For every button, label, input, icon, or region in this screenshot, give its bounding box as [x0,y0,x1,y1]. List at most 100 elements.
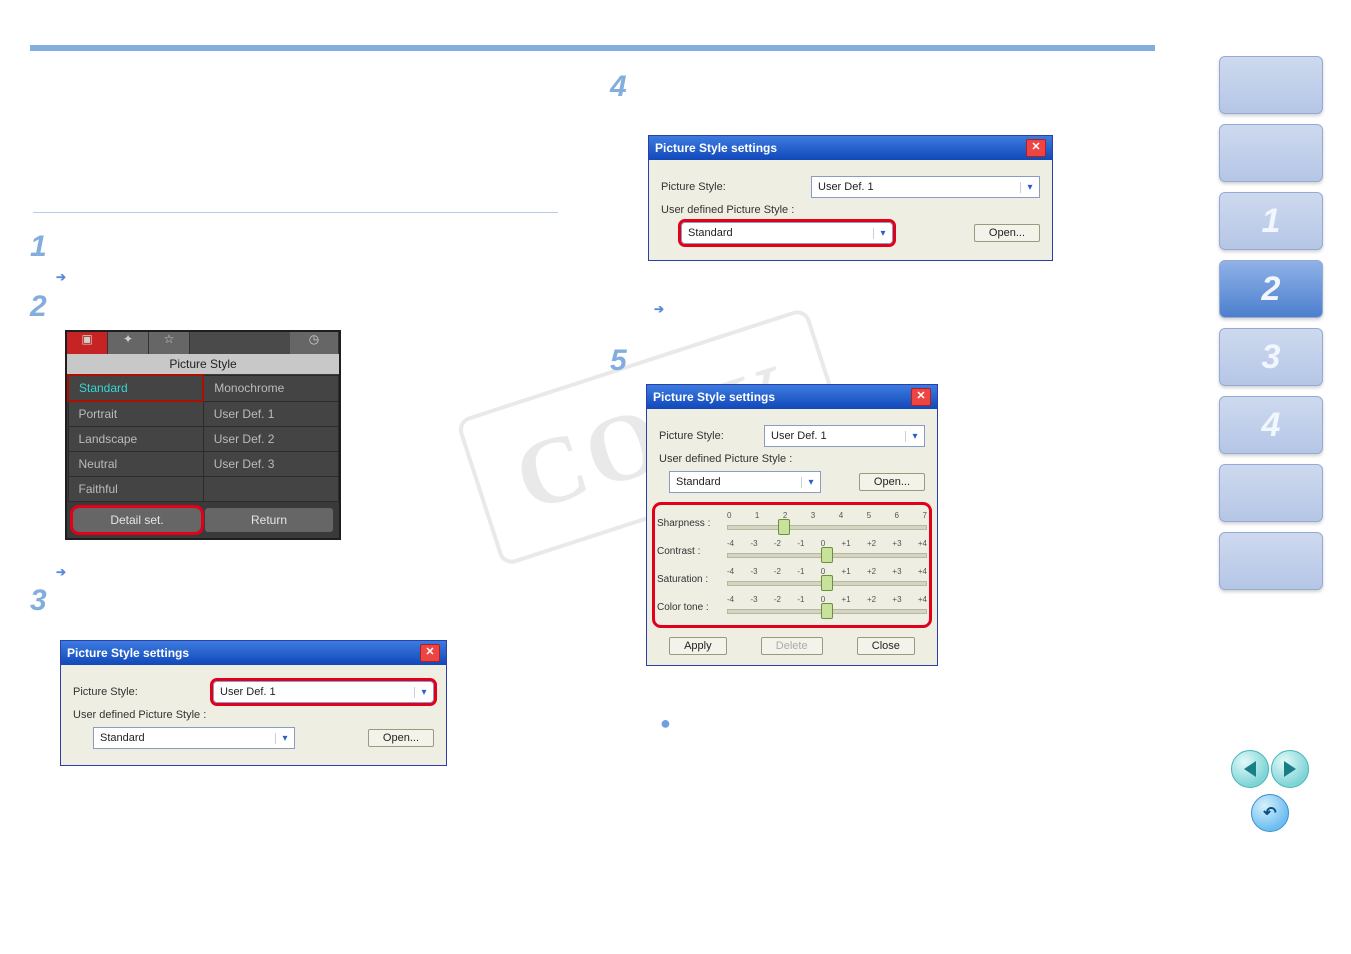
slider-sharpness-label: Sharpness : [657,518,727,529]
camera-menu-heading: Picture Style [67,354,339,374]
close-icon[interactable]: ✕ [420,644,440,662]
step-3-number: 3 [30,584,47,618]
userdef-label: User defined Picture Style : [73,709,206,721]
dialog-title: Picture Style settings [653,390,911,404]
picture-style-value: User Def. 1 [765,430,905,442]
nav-chapter-1-label: 1 [1262,202,1281,241]
star-icon: ☆ [164,332,175,346]
picture-style-value: User Def. 1 [812,181,1020,193]
slider-sharpness[interactable]: Sharpness :01234567 [657,511,927,535]
camera-tab-tools[interactable]: ✦ [108,332,149,354]
nav-blank-2[interactable] [1219,124,1323,182]
slider-sharpness-thumb[interactable] [778,519,790,535]
slider-highlight-box: Sharpness :01234567Contrast :-4-3-2-10+1… [655,505,929,625]
chevron-down-icon: ▾ [873,228,892,239]
slider-colortone-track[interactable]: -4-3-2-10+1+2+3+4 [727,595,927,619]
ps-option-landscape[interactable]: Landscape [68,427,203,452]
nav-chapter-2[interactable]: 2 [1219,260,1323,318]
slider-sharpness-ticks: 01234567 [727,511,927,520]
picture-style-combo[interactable]: User Def. 1 ▾ [213,681,434,703]
slider-contrast-track[interactable]: -4-3-2-10+1+2+3+4 [727,539,927,563]
step-5-number: 5 [610,344,627,378]
ps-option-neutral[interactable]: Neutral [68,452,203,477]
nav-blank-4[interactable] [1219,532,1323,590]
chevron-down-icon: ▾ [414,687,433,698]
userdef-style-combo[interactable]: Standard ▾ [681,222,893,244]
apply-button[interactable]: Apply [669,637,727,655]
picture-style-settings-dialog-b: Picture Style settings ✕ Picture Style: … [648,135,1053,261]
camera-tab-star[interactable]: ☆ [149,332,190,354]
slider-saturation[interactable]: Saturation :-4-3-2-10+1+2+3+4 [657,567,927,591]
camera-tab-shooting[interactable]: ▣ [67,332,108,354]
chevron-down-icon: ▾ [905,431,924,442]
step-2-number: 2 [30,290,47,324]
slider-saturation-thumb[interactable] [821,575,833,591]
ps-option-standard[interactable]: Standard [68,375,203,401]
nav-chapter-4[interactable]: 4 [1219,396,1323,454]
slider-contrast[interactable]: Contrast :-4-3-2-10+1+2+3+4 [657,539,927,563]
userdef-style-combo[interactable]: Standard ▾ [669,471,821,493]
picture-style-label: Picture Style: [73,686,213,698]
slider-colortone-label: Color tone : [657,602,727,613]
slider-sharpness-track[interactable]: 01234567 [727,511,927,535]
ps-option-userdef1[interactable]: User Def. 1 [203,401,338,427]
picture-style-value: User Def. 1 [214,686,414,698]
ps-option-userdef2[interactable]: User Def. 2 [203,427,338,452]
open-button[interactable]: Open... [368,729,434,747]
ps-option-portrait[interactable]: Portrait [68,401,203,427]
tools-icon: ✦ [123,332,133,346]
chevron-down-icon: ▾ [1020,182,1039,193]
close-icon[interactable]: ✕ [911,388,931,406]
close-button[interactable]: Close [857,637,915,655]
return-page-button[interactable]: ↶ [1251,794,1289,832]
delete-button: Delete [761,637,823,655]
header-rule [30,45,1155,51]
detail-set-button[interactable]: Detail set. [73,508,201,532]
arrow-icon: ➔ [56,565,68,573]
nav-chapter-3[interactable]: 3 [1219,328,1323,386]
picture-style-combo[interactable]: User Def. 1 ▾ [764,425,925,447]
picture-style-combo[interactable]: User Def. 1 ▾ [811,176,1040,198]
camera-tab-bar: ▣ ✦ ☆ ◷ [67,332,339,354]
prev-page-button[interactable] [1231,750,1269,788]
userdef-label: User defined Picture Style : [661,204,794,216]
picture-style-settings-dialog-c: Picture Style settings ✕ Picture Style: … [646,384,938,666]
picture-style-label: Picture Style: [659,430,764,442]
userdef-style-combo[interactable]: Standard ▾ [93,727,295,749]
picture-style-grid: StandardMonochrome PortraitUser Def. 1 L… [67,374,339,502]
return-button[interactable]: Return [205,508,333,532]
slider-saturation-track[interactable]: -4-3-2-10+1+2+3+4 [727,567,927,591]
triangle-left-icon [1244,761,1256,777]
userdef-style-value: Standard [682,227,873,239]
nav-blank-1[interactable] [1219,56,1323,114]
bullet-icon: ● [660,718,671,728]
nav-chapter-3-label: 3 [1262,338,1281,377]
nav-chapter-4-label: 4 [1262,406,1281,445]
open-button[interactable]: Open... [859,473,925,491]
userdef-style-value: Standard [670,476,801,488]
dialog-title: Picture Style settings [67,646,420,660]
step-4-number: 4 [610,70,627,104]
slider-contrast-label: Contrast : [657,546,727,557]
camera-tab-timer[interactable]: ◷ [290,332,339,354]
nav-chapter-1[interactable]: 1 [1219,192,1323,250]
slider-saturation-label: Saturation : [657,574,727,585]
slider-group: Sharpness :01234567Contrast :-4-3-2-10+1… [647,499,937,627]
userdef-label: User defined Picture Style : [659,453,792,465]
ps-option-faithful[interactable]: Faithful [68,477,203,502]
open-button[interactable]: Open... [974,224,1040,242]
page-root: COPY 1 ➔ 2 ▣ ✦ ☆ ◷ Picture Style Standar… [0,0,1351,954]
slider-contrast-thumb[interactable] [821,547,833,563]
ps-option-userdef3[interactable]: User Def. 3 [203,452,338,477]
return-icon: ↶ [1263,803,1276,823]
close-icon[interactable]: ✕ [1026,139,1046,157]
next-page-button[interactable] [1271,750,1309,788]
chevron-down-icon: ▾ [275,733,294,744]
page-nav-buttons: ↶ [1227,750,1313,832]
slider-colortone[interactable]: Color tone :-4-3-2-10+1+2+3+4 [657,595,927,619]
slider-colortone-thumb[interactable] [821,603,833,619]
chevron-down-icon: ▾ [801,477,820,488]
nav-blank-3[interactable] [1219,464,1323,522]
ps-option-monochrome[interactable]: Monochrome [203,375,338,401]
ps-option-empty [203,477,338,502]
